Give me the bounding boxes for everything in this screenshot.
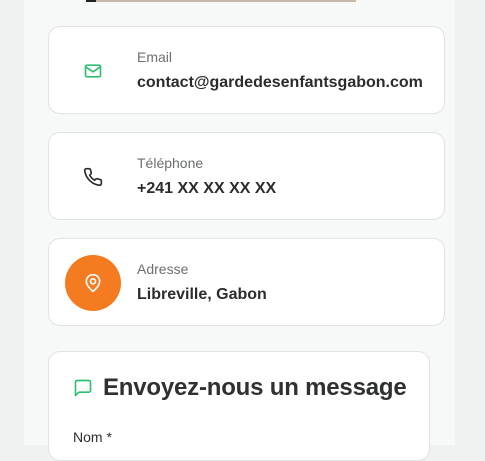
email-card[interactable]: Email contact@gardedesenfantsgabon.com <box>48 26 445 114</box>
phone-label: Téléphone <box>137 155 204 171</box>
name-field-label: Nom * <box>73 429 112 445</box>
contact-page: Email contact@gardedesenfantsgabon.com T… <box>24 0 455 461</box>
message-square-icon <box>74 379 92 397</box>
hero-image-edge <box>86 0 356 2</box>
phone-value[interactable]: +241 XX XX XX XX <box>137 180 276 198</box>
phone-card[interactable]: Téléphone +241 XX XX XX XX <box>48 132 445 220</box>
email-label: Email <box>137 49 173 65</box>
map-pin-icon <box>85 273 101 293</box>
address-label: Adresse <box>137 261 189 277</box>
mail-icon <box>84 64 102 78</box>
address-value: Libreville, Gabon <box>137 286 267 303</box>
address-icon-container <box>65 255 121 311</box>
email-icon-container <box>65 43 121 99</box>
form-header: Envoyez-nous un message <box>73 374 407 402</box>
address-card[interactable]: Adresse Libreville, Gabon <box>48 238 445 326</box>
email-value[interactable]: contact@gardedesenfantsgabon.com <box>137 74 423 92</box>
form-title: Envoyez-nous un message <box>103 374 407 401</box>
phone-icon-container <box>65 149 121 205</box>
phone-icon <box>83 167 103 187</box>
